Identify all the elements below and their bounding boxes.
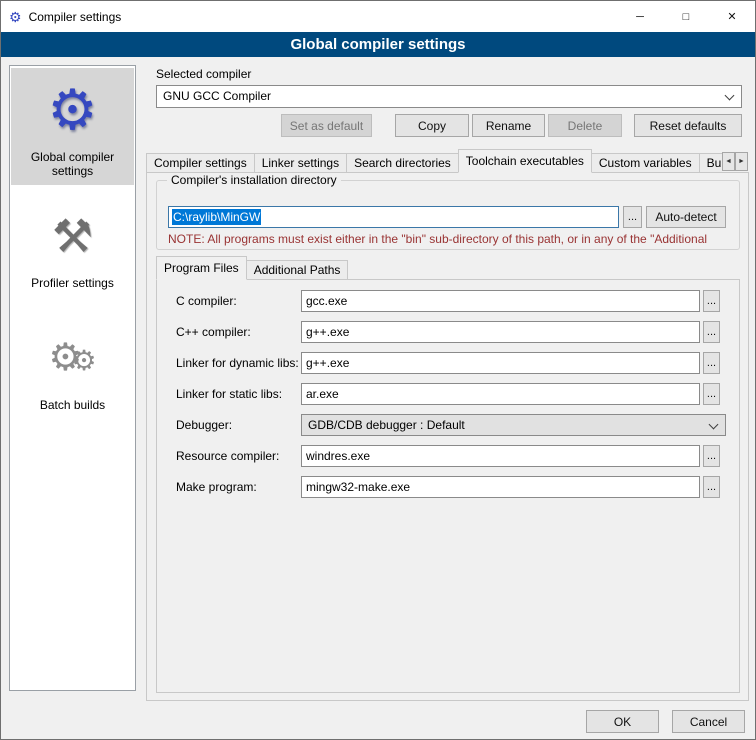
minimize-button[interactable]: ─	[617, 1, 663, 32]
make-program-input[interactable]	[301, 476, 700, 498]
titlebar[interactable]: ⚙ Compiler settings ─ □ ✕	[1, 1, 755, 32]
debugger-value: GDB/CDB debugger : Default	[308, 418, 465, 432]
program-files-tabstrip: Program FilesAdditional Paths	[156, 256, 347, 280]
c-compiler-input[interactable]	[301, 290, 700, 312]
tab-build-options[interactable]: Build	[699, 153, 722, 173]
cpp-compiler-input[interactable]	[301, 321, 700, 343]
subtab-program-files[interactable]: Program Files	[156, 256, 247, 280]
linker-dynamic-label: Linker for dynamic libs:	[176, 356, 299, 370]
installation-directory-browse-button[interactable]: ...	[623, 206, 642, 228]
maximize-button[interactable]: □	[663, 1, 709, 32]
make-program-label: Make program:	[176, 480, 257, 494]
installation-directory-input[interactable]: C:\raylib\MinGW	[168, 206, 619, 228]
debugger-dropdown[interactable]: GDB/CDB debugger : Default	[301, 414, 726, 436]
cpp-compiler-browse-button[interactable]: ...	[703, 321, 720, 343]
rename-button[interactable]: Rename	[472, 114, 545, 137]
installation-directory-value: C:\raylib\MinGW	[172, 209, 261, 225]
ok-button[interactable]: OK	[586, 710, 659, 733]
bin-subdirectory-note: NOTE: All programs must exist either in …	[168, 232, 734, 246]
arrow-right-icon: ►	[738, 158, 745, 165]
tab-compiler-settings[interactable]: Compiler settings	[146, 153, 255, 173]
sidebar-item-profiler-settings[interactable]: ⚒ Profiler settings	[11, 194, 134, 297]
settings-category-list: ⚙ Global compiler settings ⚒ Profiler se…	[9, 65, 136, 691]
selected-compiler-value: GNU GCC Compiler	[163, 89, 271, 103]
window-title: Compiler settings	[29, 10, 122, 24]
profiler-tool-icon: ⚒	[11, 198, 134, 274]
tab-toolchain-executables[interactable]: Toolchain executables	[458, 149, 592, 173]
resource-compiler-input[interactable]	[301, 445, 700, 467]
gear-icon: ⚙	[11, 72, 134, 148]
resource-compiler-label: Resource compiler:	[176, 449, 279, 463]
selected-compiler-label: Selected compiler	[156, 67, 251, 81]
settings-tabstrip: Compiler settingsLinker settingsSearch d…	[146, 149, 722, 173]
sidebar-item-label: Profiler settings	[11, 274, 134, 297]
sidebar-item-label: Global compiler settings	[11, 148, 134, 185]
debugger-label: Debugger:	[176, 418, 232, 432]
app-icon: ⚙	[9, 10, 22, 24]
subtab-additional-paths[interactable]: Additional Paths	[246, 260, 349, 280]
linker-static-browse-button[interactable]: ...	[703, 383, 720, 405]
tab-linker-settings[interactable]: Linker settings	[254, 153, 347, 173]
dialog-banner: Global compiler settings	[1, 32, 755, 57]
selected-compiler-dropdown[interactable]: GNU GCC Compiler	[156, 85, 742, 108]
tab-scroll-right-button[interactable]: ►	[735, 152, 748, 171]
cpp-compiler-label: C++ compiler:	[176, 325, 251, 339]
close-icon: ✕	[727, 10, 736, 23]
gear-icon: ⚙	[71, 345, 96, 376]
window-controls: ─ □ ✕	[617, 1, 755, 32]
installation-directory-group: Compiler's installation directory C:\ray…	[156, 180, 740, 250]
c-compiler-browse-button[interactable]: ...	[703, 290, 720, 312]
tab-search-directories[interactable]: Search directories	[346, 153, 459, 173]
make-program-browse-button[interactable]: ...	[703, 476, 720, 498]
linker-static-input[interactable]	[301, 383, 700, 405]
dialog-banner-title: Global compiler settings	[290, 36, 465, 53]
reset-defaults-button[interactable]: Reset defaults	[634, 114, 742, 137]
set-as-default-button: Set as default	[281, 114, 372, 137]
chevron-down-icon	[725, 91, 735, 101]
maximize-icon: □	[683, 11, 690, 23]
c-compiler-label: C compiler:	[176, 294, 237, 308]
linker-static-label: Linker for static libs:	[176, 387, 282, 401]
sidebar-item-label: Batch builds	[11, 396, 134, 419]
close-button[interactable]: ✕	[709, 1, 755, 32]
sidebar-item-batch-builds[interactable]: ⚙⚙ Batch builds	[11, 316, 134, 419]
compiler-settings-dialog: ⚙ Compiler settings ─ □ ✕ Global compile…	[0, 0, 756, 740]
linker-dynamic-browse-button[interactable]: ...	[703, 352, 720, 374]
chevron-down-icon	[709, 420, 719, 430]
tab-custom-variables[interactable]: Custom variables	[591, 153, 700, 173]
cancel-button[interactable]: Cancel	[672, 710, 745, 733]
tab-scroll-left-button[interactable]: ◄	[722, 152, 735, 171]
sidebar-item-global-compiler-settings[interactable]: ⚙ Global compiler settings	[11, 68, 134, 185]
arrow-left-icon: ◄	[725, 158, 732, 165]
copy-button[interactable]: Copy	[395, 114, 469, 137]
resource-compiler-browse-button[interactable]: ...	[703, 445, 720, 467]
auto-detect-button[interactable]: Auto-detect	[646, 206, 726, 228]
gears-stack-icon: ⚙⚙	[11, 320, 134, 396]
linker-dynamic-input[interactable]	[301, 352, 700, 374]
delete-button: Delete	[548, 114, 622, 137]
minimize-icon: ─	[636, 11, 644, 23]
installation-directory-group-label: Compiler's installation directory	[167, 173, 341, 187]
